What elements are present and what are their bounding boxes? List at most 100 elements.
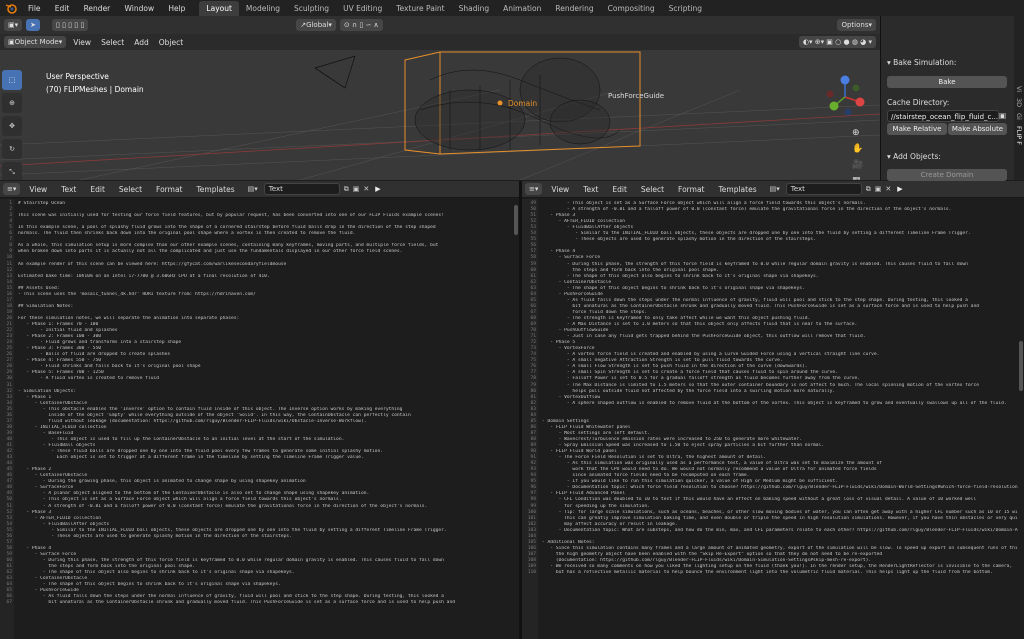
viewport-menu-view[interactable]: View — [73, 38, 91, 47]
tab-sculpting[interactable]: Sculpting — [287, 1, 336, 16]
editor-type-button[interactable]: ≡▾ — [525, 183, 543, 195]
line-number: 54 — [530, 231, 536, 237]
select-tool-button[interactable]: ➤ — [26, 19, 41, 31]
folder-icon[interactable]: ▣ — [353, 185, 360, 193]
line-number: 109 — [527, 564, 536, 569]
editor-type-button[interactable]: ≡▾ — [3, 183, 21, 195]
line-number: 97 — [530, 491, 536, 497]
menu-file[interactable]: File — [28, 4, 41, 13]
menu-text[interactable]: Text — [583, 185, 598, 194]
make-relative-button[interactable]: Make Relative — [887, 123, 947, 135]
line-number: 87 — [530, 430, 536, 436]
folder-icon[interactable]: ▣ — [875, 185, 882, 193]
menu-help[interactable]: Help — [168, 4, 185, 13]
menu-edit[interactable]: Edit — [55, 4, 70, 13]
blender-logo-icon[interactable] — [4, 1, 18, 15]
text-editor-left[interactable]: ≡▾ View Text Edit Select Format Template… — [0, 181, 519, 639]
3d-viewport[interactable]: ▣▾ ➤ ▯ ▯ ▯ ▯ ▯ ↗ Global ▾ ⊙ ∩ ▯ ∽ ∧ Opti… — [0, 16, 880, 180]
camera-icon[interactable]: 🎥 — [852, 160, 870, 176]
folder-icon[interactable]: ▣ — [999, 111, 1006, 120]
shading-buttons[interactable]: ◐▾ ⊕▾ ▣ ○ ● ◍ ◕ ▾ — [798, 36, 876, 48]
line-number: 8 — [9, 243, 12, 249]
copy-icon[interactable]: ⧉ — [866, 185, 871, 194]
make-absolute-button[interactable]: Make Absolute — [948, 123, 1007, 135]
select-mode-buttons[interactable]: ▯ ▯ ▯ ▯ ▯ — [52, 19, 89, 31]
add-objects-header[interactable]: ▾ Add Objects: — [887, 152, 941, 161]
run-script-icon[interactable]: ▶ — [897, 185, 902, 193]
object-mode-dropdown[interactable]: ▣ Object Mode ▾ — [4, 36, 67, 48]
sidebar-tab-flip-fluids[interactable]: FLIP F — [1015, 126, 1023, 145]
close-icon[interactable]: ✕ — [885, 185, 891, 193]
viewport-menu-add[interactable]: Add — [134, 38, 149, 47]
menu-view[interactable]: View — [551, 185, 569, 194]
sidebar-tab-view[interactable]: Vi — [1015, 86, 1023, 92]
create-domain-button[interactable]: Create Domain — [887, 169, 1007, 181]
menu-window[interactable]: Window — [125, 4, 155, 13]
line-number: 49 — [6, 491, 12, 497]
menu-format[interactable]: Format — [156, 185, 182, 194]
line-number: 2 — [9, 207, 12, 213]
select-box-tool[interactable]: ⬚ — [2, 70, 22, 90]
copy-icon[interactable]: ⧉ — [344, 185, 349, 194]
tab-texture-paint[interactable]: Texture Paint — [389, 1, 451, 16]
cursor-arrow-icon: ➤ — [30, 21, 37, 29]
text-editor-body[interactable]: 1 # Stairstep Ocean 2 3 This scene was initi… — [0, 199, 519, 639]
tab-rendering[interactable]: Rendering — [548, 1, 600, 16]
menu-templates[interactable]: Templates — [196, 185, 234, 194]
move-tool[interactable]: ✥ — [2, 116, 22, 136]
text-editor-body[interactable]: 49 - This object is set as a Surface For… — [522, 199, 1024, 639]
zoom-icon[interactable]: ⊕ — [852, 128, 870, 144]
sidebar-tab-gi[interactable]: Gi — [1015, 113, 1023, 120]
tab-compositing[interactable]: Compositing — [601, 1, 662, 16]
menu-text[interactable]: Text — [61, 185, 76, 194]
scrollbar[interactable] — [1019, 341, 1023, 391]
menu-select[interactable]: Select — [641, 185, 664, 194]
options-dropdown[interactable]: Options ▾ — [837, 19, 876, 31]
domain-origin — [497, 100, 503, 106]
cache-directory-field[interactable]: //stairstep_ocean_flip_fluid_c... — [887, 110, 999, 122]
tab-shading[interactable]: Shading — [452, 1, 496, 16]
sidebar-tab-3d[interactable]: 3D — [1015, 98, 1023, 107]
line-number: 30 — [6, 376, 12, 382]
snap-buttons[interactable]: ⊙ ∩ ▯ ∽ ∧ — [339, 19, 383, 31]
line-number: 57 — [530, 249, 536, 255]
menu-format[interactable]: Format — [678, 185, 704, 194]
tab-uv-editing[interactable]: UV Editing — [336, 1, 389, 16]
menu-edit[interactable]: Edit — [90, 185, 105, 194]
editor-type-button[interactable]: ▣▾ — [4, 19, 23, 31]
tab-scripting[interactable]: Scripting — [662, 1, 709, 16]
menu-templates[interactable]: Templates — [718, 185, 756, 194]
viewport-menu-select[interactable]: Select — [101, 38, 124, 47]
text-editor-right[interactable]: ≡▾ View Text Edit Select Format Template… — [522, 181, 1024, 639]
viewport-menu-object[interactable]: Object — [159, 38, 183, 47]
bake-section-header[interactable]: ▾ Bake Simulation: — [887, 58, 956, 67]
rotate-tool[interactable]: ↻ — [2, 139, 22, 159]
line-number: 107 — [527, 551, 536, 557]
perspective-label: User Perspective — [46, 72, 109, 81]
run-script-icon[interactable]: ▶ — [375, 185, 380, 193]
menu-select[interactable]: Select — [119, 185, 142, 194]
sidebar-tabs: Vi 3D Gi FLIP F — [1014, 16, 1024, 180]
scrollbar[interactable] — [514, 205, 518, 235]
scale-tool[interactable]: ⤡ — [2, 162, 22, 180]
menu-edit[interactable]: Edit — [612, 185, 627, 194]
line-number: 71 — [530, 334, 536, 340]
tab-layout[interactable]: Layout — [199, 0, 239, 16]
tab-animation[interactable]: Animation — [496, 1, 548, 16]
menu-view[interactable]: View — [29, 185, 47, 194]
camera-object[interactable] — [314, 55, 356, 89]
bake-button[interactable]: Bake — [887, 76, 1007, 88]
navigation-gizmo[interactable] — [820, 72, 870, 122]
grid-icon[interactable]: ▦ — [852, 176, 870, 180]
viewport-nav-buttons: ⊕ ✋ 🎥 ▦ — [852, 128, 870, 180]
line-number: 66 — [530, 303, 536, 309]
transform-orientation-dropdown[interactable]: ↗ Global ▾ — [296, 19, 336, 31]
line-number: 51 — [6, 503, 12, 509]
text-name-field[interactable]: Text — [785, 183, 862, 195]
menu-render[interactable]: Render — [84, 4, 111, 13]
pan-hand-icon[interactable]: ✋ — [852, 144, 870, 160]
cursor-tool[interactable]: ⊕ — [2, 93, 22, 113]
close-icon[interactable]: ✕ — [363, 185, 369, 193]
tab-modeling[interactable]: Modeling — [239, 1, 287, 16]
text-name-field[interactable]: Text — [263, 183, 340, 195]
